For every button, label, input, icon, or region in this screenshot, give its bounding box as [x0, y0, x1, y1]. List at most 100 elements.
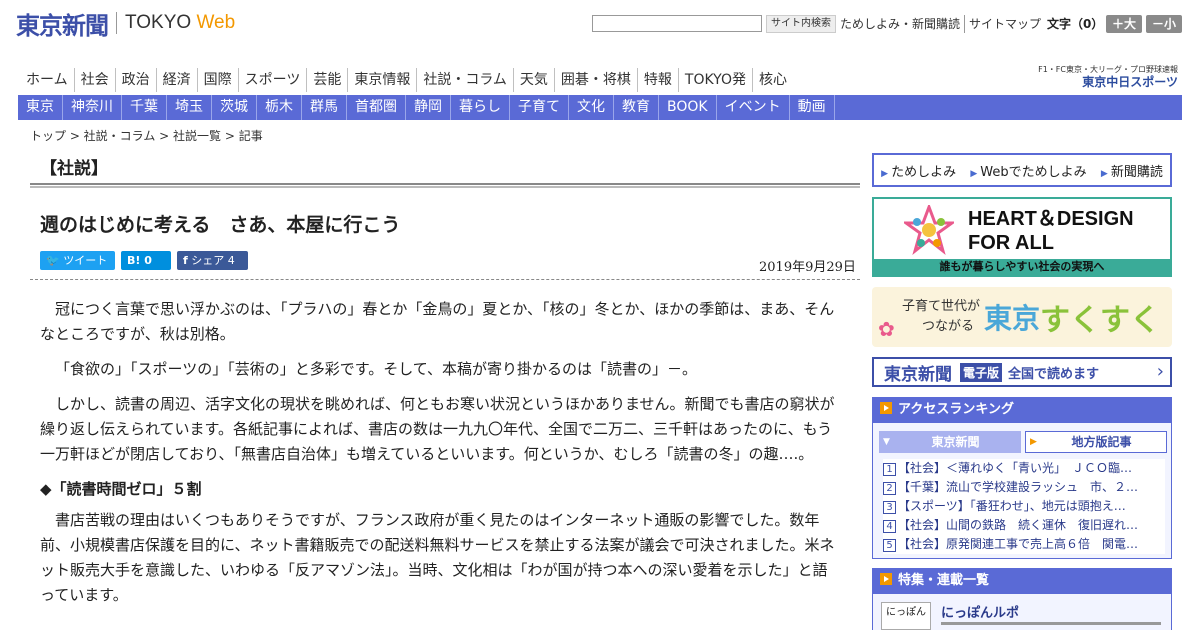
sukusuku-name: すくすく — [1040, 303, 1160, 338]
gnav-item[interactable]: 政治 — [114, 68, 156, 92]
article-divider — [30, 279, 860, 280]
rank-number: 2 — [883, 482, 896, 495]
epaper-text: 全国で読めます — [1008, 366, 1100, 382]
gnav-item[interactable]: 核心 — [751, 68, 793, 92]
lnav-item[interactable]: 首都圏 — [347, 95, 406, 120]
ranking-box: ▼ 東京新聞 ▶ 地方版記事 1 【社会】＜薄れゆく「青い光」 ＪＣＯ臨… 2 【千葉】… — [872, 423, 1172, 559]
lnav-item[interactable]: 群馬 — [302, 95, 347, 120]
global-nav: ホーム 社会 政治 経済 国際 スポーツ 芸能 東京情報 社説・コラム 天気 囲… — [20, 68, 793, 92]
ranking-item[interactable]: 1 【社会】＜薄れゆく「青い光」 ＪＣＯ臨… — [883, 459, 1165, 478]
breadcrumb[interactable]: トップ > 社説・コラム > 社説一覧 > 記事 — [30, 127, 263, 144]
article-body: 冠につく言葉で思い浮かぶのは、「プラハの」春とか「金鳥の」夏とか、「核の」冬とか… — [40, 297, 840, 618]
sukusuku-line2: つながる — [922, 319, 975, 334]
gnav-item[interactable]: 国際 — [196, 68, 238, 92]
paragraph: 「食欲の」「スポーツの」「芸術の」と多彩です。そして、本稿が寄り掛かるのは「読書… — [55, 360, 698, 378]
gnav-item[interactable]: 社会 — [73, 68, 115, 92]
lnav-item[interactable]: 茨城 — [212, 95, 257, 120]
subscribe-link[interactable]: 新聞購読 — [1101, 161, 1163, 180]
chunichi-sports-banner[interactable]: F1・FC東京・大リーグ・プロ野球速報 東京中日スポーツ — [1030, 64, 1178, 88]
features-header: 特集・連載一覧 — [872, 568, 1172, 594]
feature-title-link[interactable]: にっぽんルポ — [941, 602, 1019, 621]
gnav-item[interactable]: TOKYO発 — [677, 68, 752, 92]
lnav-item[interactable]: BOOK — [659, 95, 717, 120]
gnav-item[interactable]: 社説・コラム — [416, 68, 513, 92]
facebook-icon: f — [183, 254, 188, 267]
article-subheading: ◆「読書時間ゼロ」５割 — [40, 480, 202, 498]
lnav-item[interactable]: 栃木 — [257, 95, 302, 120]
twitter-icon: 🐦 — [46, 254, 60, 267]
hatena-icon: B! — [127, 254, 141, 267]
tab-tokyo-shimbun[interactable]: ▼ 東京新聞 — [879, 431, 1021, 453]
lnav-item[interactable]: 埼玉 — [167, 95, 212, 120]
ranking-item-text: 【社会】山間の鉄路 続く運休 復旧遅れ… — [898, 518, 1139, 532]
heart-design-logo-icon — [904, 205, 954, 255]
facebook-share-button[interactable]: f シェア 4 — [177, 251, 248, 270]
trial-link[interactable]: ためしよみ — [881, 161, 956, 180]
lnav-item[interactable]: 文化 — [569, 95, 614, 120]
feature-text-line — [941, 622, 1161, 625]
article-date: 2019年9月29日 — [759, 260, 856, 275]
lnav-item[interactable]: 暮らし — [451, 95, 510, 120]
gnav-item[interactable]: スポーツ — [237, 68, 307, 92]
lnav-item[interactable]: 静岡 — [406, 95, 451, 120]
hatena-count: 0 — [144, 254, 152, 267]
site-logo[interactable]: 東京新聞 TOKYO Web — [16, 8, 236, 40]
font-larger-button[interactable]: ＋大 — [1106, 15, 1142, 33]
lnav-item[interactable]: 神奈川 — [63, 95, 122, 120]
heart-design-title: HEART＆DESIGN FOR ALL — [968, 207, 1134, 255]
lnav-item[interactable]: 東京 — [18, 95, 63, 120]
lnav-item[interactable]: 教育 — [614, 95, 659, 120]
feature-thumbnail[interactable]: にっぽん — [881, 602, 931, 630]
rank-number: 3 — [883, 501, 896, 514]
tab-local-articles[interactable]: ▶ 地方版記事 — [1025, 431, 1167, 453]
ranking-item[interactable]: 3 【スポーツ】「番狂わせ」、地元は頭抱え… — [883, 497, 1165, 516]
arrow-square-icon — [880, 573, 892, 585]
rank-number: 1 — [883, 463, 896, 476]
rank-number: 4 — [883, 520, 896, 533]
font-smaller-button[interactable]: －小 — [1146, 15, 1182, 33]
tweet-button[interactable]: 🐦 ツイート — [40, 251, 115, 270]
chevron-right-icon: ▶ — [1030, 437, 1037, 447]
lnav-item[interactable]: 千葉 — [122, 95, 167, 120]
top-links: ためしよみ・新聞購読 サイトマップ — [836, 15, 1045, 33]
ranking-header: アクセスランキング — [872, 397, 1172, 423]
hatena-button[interactable]: B! 0 — [121, 251, 171, 270]
ranking-item[interactable]: 4 【社会】山間の鉄路 続く運休 復旧遅れ… — [883, 516, 1165, 535]
epaper-banner[interactable]: 東京新聞 電子版 全国で読めます › — [872, 357, 1172, 387]
gnav-item[interactable]: 経済 — [155, 68, 197, 92]
trial-subscribe-link[interactable]: ためしよみ・新聞購読 — [836, 15, 964, 33]
site-header: 東京新聞 TOKYO Web サイト内検索 ためしよみ・新聞購読 サイトマップ … — [0, 0, 1200, 60]
epaper-badge: 電子版 — [960, 362, 1003, 382]
heart-design-banner[interactable]: HEART＆DESIGN FOR ALL 誰もが暮らしやすい社会の実現へ — [872, 197, 1172, 277]
chevron-right-icon: › — [1156, 361, 1164, 382]
tab-tokyo-shimbun-label: 東京新聞 — [931, 435, 980, 449]
section-title: 【社説】 — [40, 159, 108, 179]
logo-web: Web — [196, 12, 236, 33]
gnav-item[interactable]: ホーム — [20, 68, 74, 92]
ranking-item-text: 【千葉】流山で学校建設ラッシュ 市、２… — [898, 480, 1139, 494]
lnav-item[interactable]: イベント — [717, 95, 790, 120]
search-input[interactable] — [592, 15, 762, 32]
sukusuku-banner[interactable]: ✿ 子育て世代が つながる 東京 すくすく — [872, 287, 1172, 347]
section-divider — [30, 183, 860, 188]
gnav-item[interactable]: 東京情報 — [347, 68, 416, 92]
site-search-button[interactable]: サイト内検索 — [766, 15, 836, 33]
sitemap-link[interactable]: サイトマップ — [964, 15, 1045, 33]
sukusuku-line1: 子育て世代が — [902, 299, 981, 314]
subscribe-button-bar: ためしよみ Webでためしよみ 新聞購読 — [872, 153, 1172, 187]
local-nav: 東京 神奈川 千葉 埼玉 茨城 栃木 群馬 首都圏 静岡 暮らし 子育て 文化 … — [18, 95, 1182, 120]
features-box: にっぽん にっぽんルポ — [872, 594, 1172, 630]
ranking-item[interactable]: 5 【社会】原発関連工事で売上高６倍 関電… — [883, 535, 1165, 554]
logo-japanese: 東京新聞 — [16, 10, 109, 40]
gnav-item[interactable]: 天気 — [512, 68, 554, 92]
web-trial-link[interactable]: Webでためしよみ — [970, 161, 1086, 180]
lnav-item[interactable]: 子育て — [510, 95, 569, 120]
heart-design-caption: 誰もが暮らしやすい社会の実現へ — [874, 259, 1170, 275]
ranking-item-text: 【スポーツ】「番狂わせ」、地元は頭抱え… — [898, 499, 1126, 513]
lnav-item[interactable]: 動画 — [790, 95, 835, 120]
gnav-item[interactable]: 特報 — [636, 68, 678, 92]
ranking-item-text: 【社会】＜薄れゆく「青い光」 ＪＣＯ臨… — [898, 461, 1133, 475]
gnav-item[interactable]: 芸能 — [306, 68, 347, 92]
ranking-item[interactable]: 2 【千葉】流山で学校建設ラッシュ 市、２… — [883, 478, 1165, 497]
gnav-item[interactable]: 囲碁・将棋 — [553, 68, 637, 92]
